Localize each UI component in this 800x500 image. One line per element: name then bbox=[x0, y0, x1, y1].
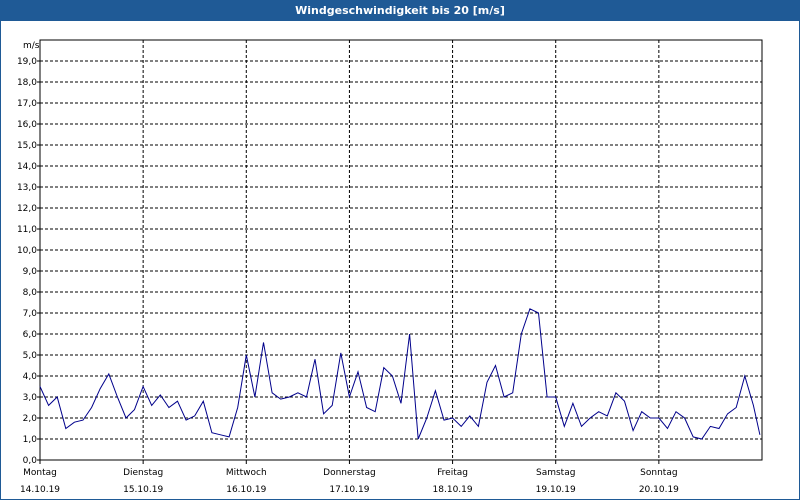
y-tick-labels: 0,0 1,0 2,0 3,0 4,0 5,0 6,0 7,0 8,0 9,0 10,0 11,0 12… bbox=[17, 57, 40, 466]
y-tick-label: 15,0 bbox=[17, 141, 37, 151]
y-tick-label: 14,0 bbox=[17, 162, 37, 172]
y-tick-label: 11,0 bbox=[17, 225, 37, 235]
x-tick-labels: Montag 14.10.19 Dienstag 15.10.19 Mittwoch 16… bbox=[20, 460, 679, 495]
y-tick-label: 19,0 bbox=[17, 57, 37, 67]
x-date-label: 15.10.19 bbox=[123, 485, 163, 495]
y-tick-label: 16,0 bbox=[17, 120, 37, 130]
y-tick-label: 0,0 bbox=[23, 456, 38, 466]
y-tick-label: 4,0 bbox=[23, 372, 38, 382]
y-axis-label: m/s bbox=[23, 41, 40, 51]
y-tick-label: 2,0 bbox=[23, 414, 38, 424]
x-weekday-label: Mittwoch bbox=[226, 468, 267, 478]
x-date-label: 14.10.19 bbox=[20, 485, 60, 495]
y-tick-label: 9,0 bbox=[23, 267, 38, 277]
y-tick-label: 1,0 bbox=[23, 435, 38, 445]
y-tick-label: 7,0 bbox=[23, 309, 38, 319]
x-date-label: 18.10.19 bbox=[433, 485, 473, 495]
x-date-label: 16.10.19 bbox=[226, 485, 266, 495]
x-weekday-label: Montag bbox=[23, 468, 57, 478]
y-tick-label: 8,0 bbox=[23, 288, 38, 298]
x-date-label: 20.10.19 bbox=[639, 485, 679, 495]
x-weekday-label: Donnerstag bbox=[323, 468, 376, 478]
y-tick-label: 17,0 bbox=[17, 99, 37, 109]
x-weekday-label: Dienstag bbox=[123, 468, 163, 478]
y-tick-label: 10,0 bbox=[17, 246, 37, 256]
wind-speed-chart: 0,0 1,0 2,0 3,0 4,0 5,0 6,0 7,0 8,0 9,0 10,0 11,0 12… bbox=[17, 39, 763, 495]
x-weekday-label: Sonntag bbox=[640, 468, 677, 478]
y-tick-label: 3,0 bbox=[23, 393, 38, 403]
x-date-label: 17.10.19 bbox=[329, 485, 369, 495]
x-weekday-label: Freitag bbox=[437, 468, 468, 478]
x-weekday-label: Samstag bbox=[536, 468, 575, 478]
y-tick-label: 18,0 bbox=[17, 78, 37, 88]
y-tick-label: 13,0 bbox=[17, 183, 37, 193]
x-date-label: 19.10.19 bbox=[536, 485, 576, 495]
y-tick-label: 6,0 bbox=[23, 330, 38, 340]
y-tick-label: 5,0 bbox=[23, 351, 38, 361]
y-tick-label: 12,0 bbox=[17, 204, 37, 214]
